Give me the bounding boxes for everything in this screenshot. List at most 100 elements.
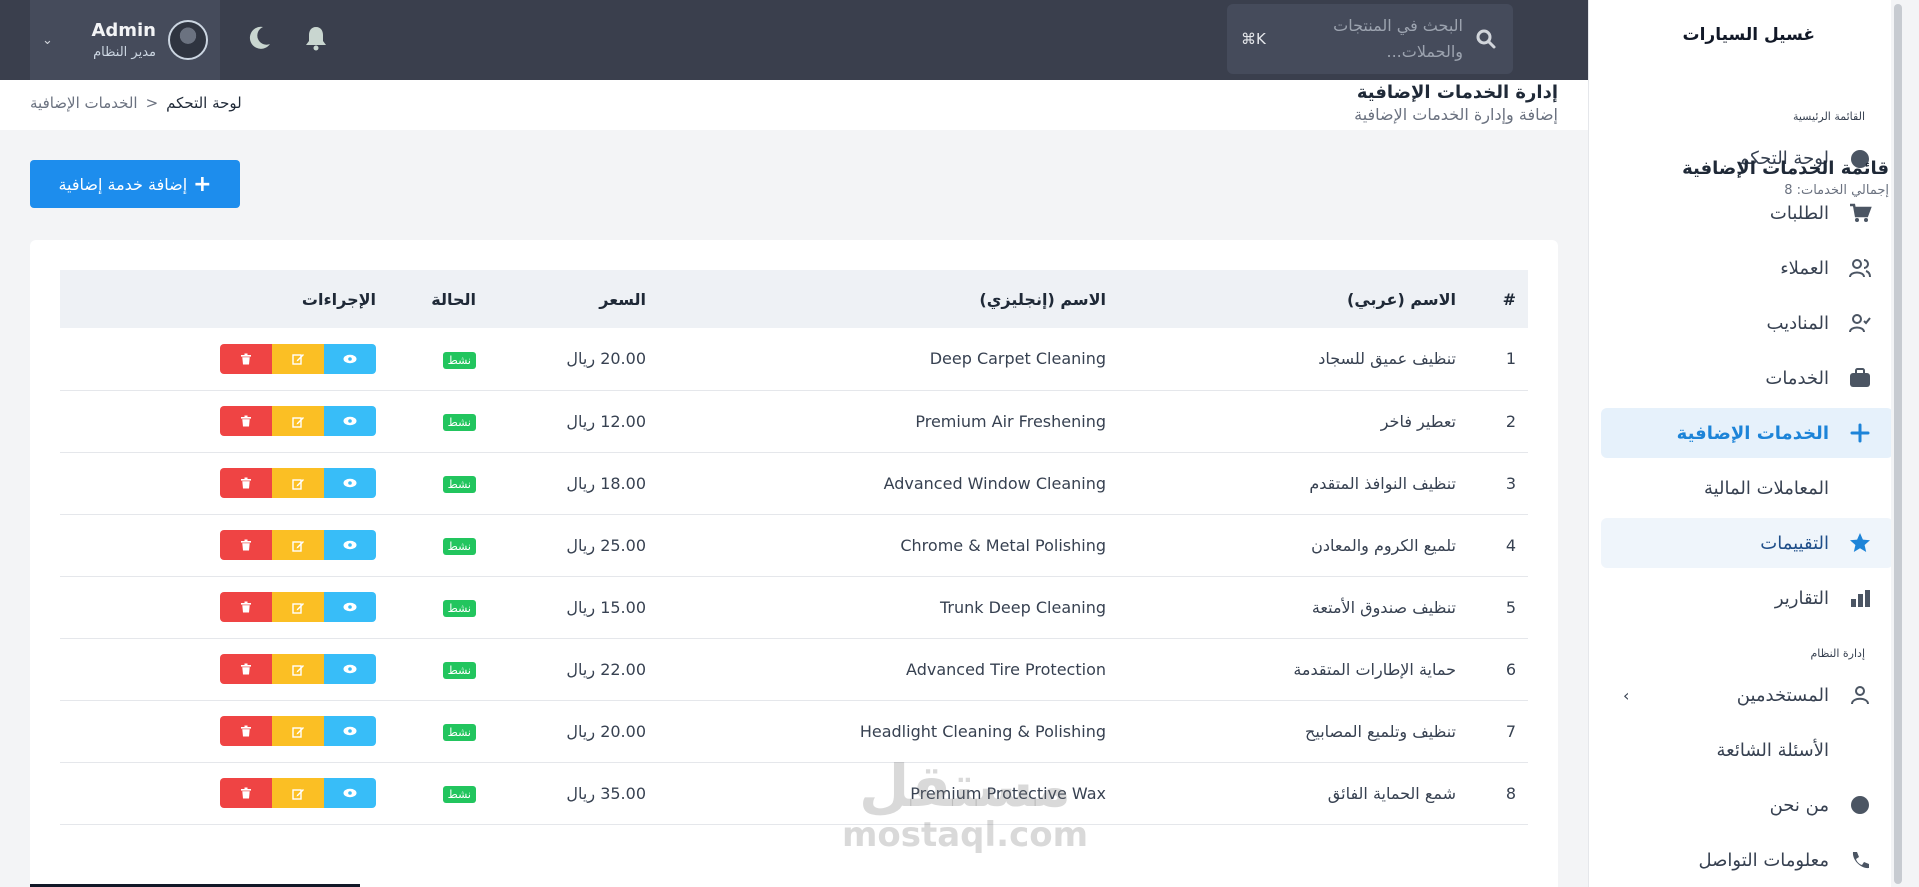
cell-price: 25.00 ريال (488, 514, 658, 577)
chevron-down-icon[interactable]: ⌄ (42, 33, 66, 48)
user-role: مدير النظام (93, 45, 156, 60)
chevron-right-icon[interactable]: › (1623, 686, 1629, 705)
moon-icon[interactable] (243, 22, 275, 54)
edit-button[interactable] (272, 406, 324, 436)
sidebar-item-label: الأسئلة الشائعة (1716, 739, 1829, 761)
sidebar-item-label: العملاء (1780, 257, 1829, 279)
sidebar-item-additional-services[interactable]: الخدمات الإضافية (1601, 408, 1893, 458)
view-button[interactable] (324, 343, 376, 374)
delete-button[interactable] (220, 406, 272, 436)
cell-name-ar: تنظيف عميق للسجاد (1118, 328, 1468, 391)
edit-icon (291, 354, 304, 365)
cell-status: نشط (388, 700, 488, 763)
view-button[interactable] (324, 468, 376, 498)
cell-name-ar: تنظيف النوافذ المتقدم (1118, 452, 1468, 515)
add-service-button[interactable]: + إضافة خدمة إضافية (30, 160, 240, 208)
edit-button[interactable] (272, 343, 324, 374)
view-button[interactable] (324, 592, 376, 622)
bell-icon[interactable] (300, 22, 332, 54)
delete-button[interactable] (220, 778, 272, 808)
edit-icon (291, 540, 304, 552)
search-box[interactable]: البحث في المنتجات والحملات... ⌘K (1227, 4, 1513, 74)
status-badge: نشط (442, 600, 476, 617)
name-en-text: Advanced Window Cleaning (883, 473, 1106, 493)
avatar[interactable] (168, 20, 208, 60)
sidebar: غسيل السيارات القائمة الرئيسية لوحة التح… (1588, 0, 1905, 887)
sidebar-item-about[interactable]: من نحن (1601, 780, 1893, 830)
view-button[interactable] (324, 716, 376, 746)
sidebar-item-customers[interactable]: العملاء (1601, 243, 1893, 293)
sidebar-item-agents[interactable]: المناديب (1601, 298, 1893, 348)
user-menu[interactable]: ⌄ Admin مدير النظام (30, 0, 220, 80)
cell-actions (60, 576, 388, 639)
trash-icon (241, 787, 251, 799)
header-name-en: الاسم (إنجليزي) (979, 289, 1106, 309)
edit-icon (291, 788, 304, 800)
brand-title[interactable]: غسيل السيارات (1589, 0, 1905, 70)
edit-button[interactable] (272, 778, 324, 808)
cell-price: 22.00 ريال (488, 638, 658, 701)
cell-actions (60, 390, 388, 453)
trash-icon (241, 415, 251, 427)
delete-button[interactable] (220, 716, 272, 746)
sidebar-item-faq[interactable]: الأسئلة الشائعة (1601, 725, 1893, 775)
edit-button[interactable] (272, 468, 324, 498)
eye-icon (343, 416, 357, 426)
view-button[interactable] (324, 530, 376, 560)
delete-button[interactable] (220, 343, 272, 374)
cell-name-en: Premium Air Freshening (658, 390, 1118, 453)
edit-button[interactable] (272, 530, 324, 560)
cell-status: نشط (388, 328, 488, 391)
name-en-text: Chrome & Metal Polishing (900, 535, 1106, 555)
sidebar-item-services[interactable]: الخدمات (1601, 353, 1893, 403)
delete-button[interactable] (220, 468, 272, 498)
top-header: ⌄ Admin مدير النظام البحث في المنتجات وا… (0, 0, 1588, 80)
sidebar-scrollbar[interactable] (1891, 0, 1905, 887)
delete-button[interactable] (220, 530, 272, 560)
edit-button[interactable] (272, 654, 324, 684)
cell-name-ar: تنظيف صندوق الأمتعة (1118, 576, 1468, 639)
scrollbar-thumb[interactable] (1894, 4, 1902, 884)
cell-price: 12.00 ريال (488, 390, 658, 453)
sidebar-item-ratings[interactable]: التقييمات (1601, 518, 1893, 568)
sidebar-item-transactions[interactable]: المعاملات المالية (1601, 463, 1893, 513)
cell-name-en: Headlight Cleaning & Polishing (658, 700, 1118, 763)
delete-button[interactable] (220, 654, 272, 684)
status-badge: نشط (442, 724, 476, 741)
sidebar-item-users[interactable]: المستخدمين › (1601, 670, 1893, 720)
breadcrumb: لوحة التحكم < الخدمات الإضافية (30, 94, 242, 112)
user-name: Admin (91, 20, 156, 41)
view-button[interactable] (324, 654, 376, 684)
cell-num: 6 (1468, 638, 1528, 701)
sidebar-item-contact[interactable]: معلومات التواصل (1601, 835, 1893, 885)
cell-actions (60, 638, 388, 701)
circle-icon (1847, 792, 1873, 818)
sidebar-item-reports[interactable]: التقارير (1601, 573, 1893, 623)
row-actions (220, 716, 376, 746)
row-actions (220, 530, 376, 560)
table-row: 7 تنظيف وتلميع المصابيح Headlight Cleani… (60, 700, 1528, 763)
sidebar-item-label: التقييمات (1760, 532, 1829, 554)
cell-name-ar: تلميع الكروم والمعادن (1118, 514, 1468, 577)
sidebar-item-label: المستخدمين (1736, 684, 1829, 706)
table-body: 1 تنظيف عميق للسجاد Deep Carpet Cleaning… (60, 328, 1528, 825)
eye-icon (343, 478, 357, 488)
edit-button[interactable] (272, 716, 324, 746)
sidebar-item-label: المعاملات المالية (1703, 477, 1829, 499)
eye-icon (343, 726, 357, 736)
view-button[interactable] (324, 778, 376, 808)
edit-button[interactable] (272, 592, 324, 622)
status-badge: نشط (442, 786, 476, 803)
cell-price: 15.00 ريال (488, 576, 658, 639)
name-en-text: Deep Carpet Cleaning (929, 349, 1106, 369)
view-button[interactable] (324, 406, 376, 436)
table-row: 8 شمع الحماية الفائق Premium Protective … (60, 762, 1528, 825)
trash-icon (241, 353, 251, 365)
cell-price: 20.00 ريال (488, 700, 658, 763)
delete-button[interactable] (220, 592, 272, 622)
search-input[interactable]: البحث في المنتجات والحملات... (1266, 13, 1463, 65)
phone-icon (1847, 847, 1873, 873)
breadcrumb-home[interactable]: لوحة التحكم (166, 94, 242, 112)
sidebar-item-label: الخدمات (1765, 367, 1829, 389)
cell-name-en: Advanced Window Cleaning (658, 452, 1118, 515)
